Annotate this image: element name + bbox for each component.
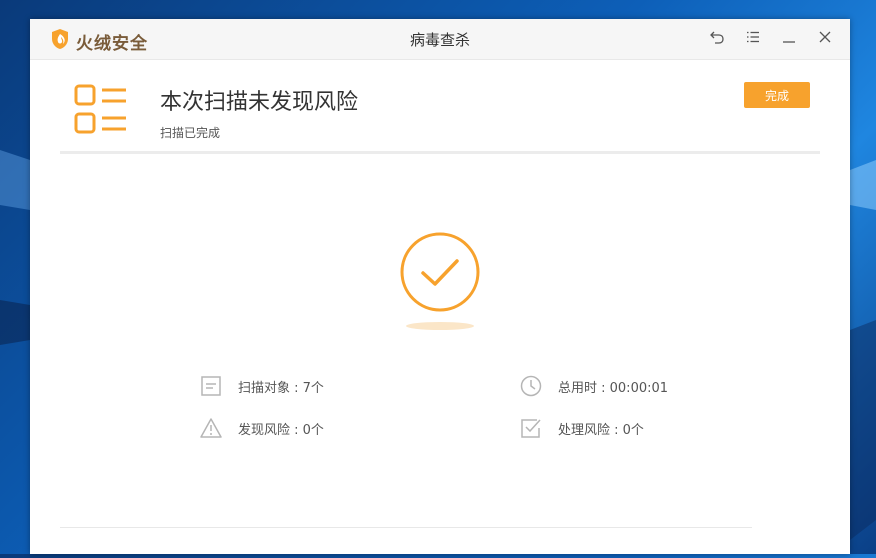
- check-circle-icon: [398, 232, 482, 335]
- close-button[interactable]: [814, 29, 836, 49]
- back-icon: [709, 29, 725, 49]
- document-icon: [200, 375, 222, 397]
- stat-risks-handled: 处理风险 : 0个: [520, 417, 644, 439]
- result-header: 本次扫描未发现风险 扫描已完成 完成: [30, 60, 850, 154]
- checkbox-icon: [520, 417, 542, 439]
- list-icon: [74, 84, 128, 140]
- stat-total-time: 总用时 : 00:00:01: [520, 375, 668, 397]
- minimize-icon: [781, 29, 797, 49]
- result-title: 本次扫描未发现风险: [160, 90, 359, 115]
- minimize-button[interactable]: [778, 29, 800, 49]
- warning-icon: [200, 417, 222, 439]
- scan-stats: 扫描对象 : 7个 总用时 : 00:00:01 发现风险 : 0个 处理风险 …: [200, 375, 720, 465]
- header-divider: [60, 151, 820, 154]
- risks-handled-text: 处理风险 : 0个: [558, 422, 644, 438]
- footer-divider: [60, 527, 752, 528]
- stat-scan-objects: 扫描对象 : 7个: [200, 375, 324, 397]
- title-bar: 火绒安全 病毒查杀: [30, 19, 850, 60]
- menu-button[interactable]: [742, 29, 764, 49]
- menu-icon: [745, 29, 761, 49]
- total-time-text: 总用时 : 00:00:01: [558, 380, 669, 396]
- result-subtitle: 扫描已完成: [160, 126, 221, 140]
- close-icon: [817, 29, 833, 49]
- success-indicator: [398, 231, 482, 331]
- risks-found-text: 发现风险 : 0个: [238, 422, 324, 438]
- clock-icon: [520, 375, 542, 397]
- main-window: 火绒安全 病毒查杀 本次扫描未发现风险 扫描已完成 完成 扫描对象: 7个 总…: [30, 19, 850, 554]
- scan-objects-text: 扫描对象 : 7个: [238, 380, 324, 396]
- back-button[interactable]: [706, 29, 728, 49]
- done-button[interactable]: 完成: [744, 82, 810, 108]
- stat-risks-found: 发现风险 : 0个: [200, 417, 324, 439]
